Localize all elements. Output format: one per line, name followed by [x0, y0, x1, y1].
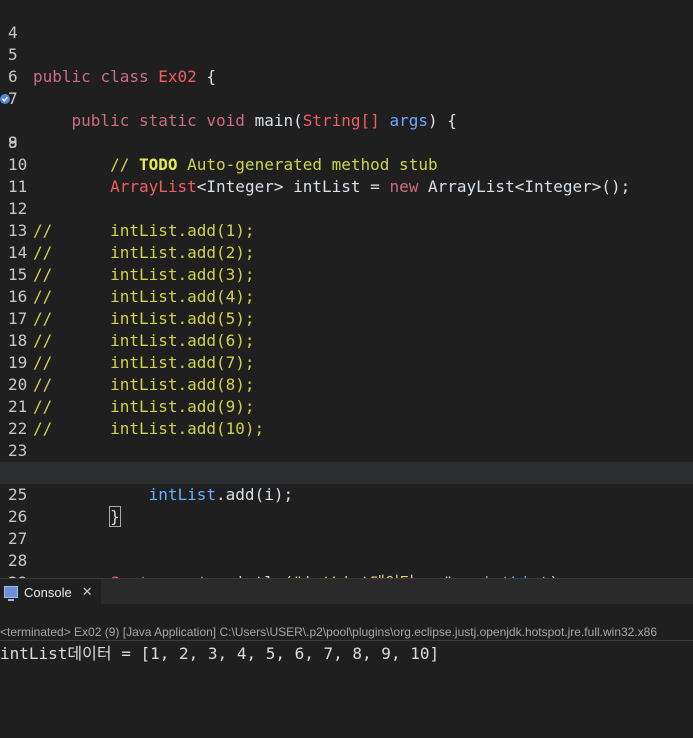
- code-line[interactable]: 28 System.out.println("intList데이터 = " + …: [0, 528, 693, 592]
- code-line[interactable]: 12 // intList.add(1);: [0, 176, 693, 240]
- terminated-status: <terminated> Ex02 (9) [Java Application]…: [0, 624, 693, 641]
- tab-console[interactable]: Console ✕: [0, 579, 101, 605]
- code-editor[interactable]: 4 5 public class Ex02 { 6 7 public stati…: [0, 0, 693, 592]
- code-line[interactable]: 27: [0, 506, 693, 548]
- code-line[interactable]: 18 // intList.add(7);: [0, 308, 693, 372]
- code-line[interactable]: 5 public class Ex02 {: [0, 22, 693, 86]
- code-line[interactable]: 22: [0, 396, 693, 438]
- code-line[interactable]: 7 public static void main(String[] args)…: [0, 66, 693, 130]
- code-line[interactable]: 11: [0, 154, 693, 196]
- close-icon[interactable]: ✕: [82, 584, 93, 600]
- console-output: intList데이터 = [1, 2, 3, 4, 5, 6, 7, 8, 9,…: [0, 644, 440, 663]
- console-tab-bar: Console ✕: [0, 578, 693, 605]
- tab-console-label: Console: [24, 584, 72, 600]
- code-line[interactable]: 29: [0, 550, 693, 592]
- code-line-current[interactable]: 25 }: [0, 462, 693, 527]
- code-line[interactable]: 16 // intList.add(5);: [0, 264, 693, 328]
- code-line[interactable]: 23 for(int i=1; i<11; i++) {: [0, 418, 693, 483]
- code-line[interactable]: 15 // intList.add(4);: [0, 242, 693, 306]
- code-line[interactable]: 8 // TODO Auto-generated method stub: [0, 88, 693, 174]
- code-line[interactable]: 6: [0, 44, 693, 86]
- task-marker-icon[interactable]: [0, 94, 10, 104]
- console-panel[interactable]: <terminated> Ex02 (9) [Java Application]…: [0, 604, 693, 738]
- console-icon: [4, 586, 18, 601]
- code-line[interactable]: 9: [0, 110, 693, 152]
- code-line[interactable]: 24 intList.add(i);: [0, 440, 693, 504]
- code-line[interactable]: 26: [0, 484, 693, 526]
- code-line[interactable]: 14 // intList.add(3);: [0, 220, 693, 284]
- code-line[interactable]: 19 // intList.add(8);: [0, 330, 693, 394]
- code-line[interactable]: 13 // intList.add(2);: [0, 198, 693, 262]
- code-line[interactable]: 21 // intList.add(10);: [0, 374, 693, 438]
- code-line[interactable]: 4: [0, 0, 693, 42]
- code-line[interactable]: 20 // intList.add(9);: [0, 352, 693, 416]
- code-line[interactable]: 17 // intList.add(6);: [0, 286, 693, 350]
- code-line[interactable]: 10 ArrayList<Integer> intList = new Arra…: [0, 132, 693, 196]
